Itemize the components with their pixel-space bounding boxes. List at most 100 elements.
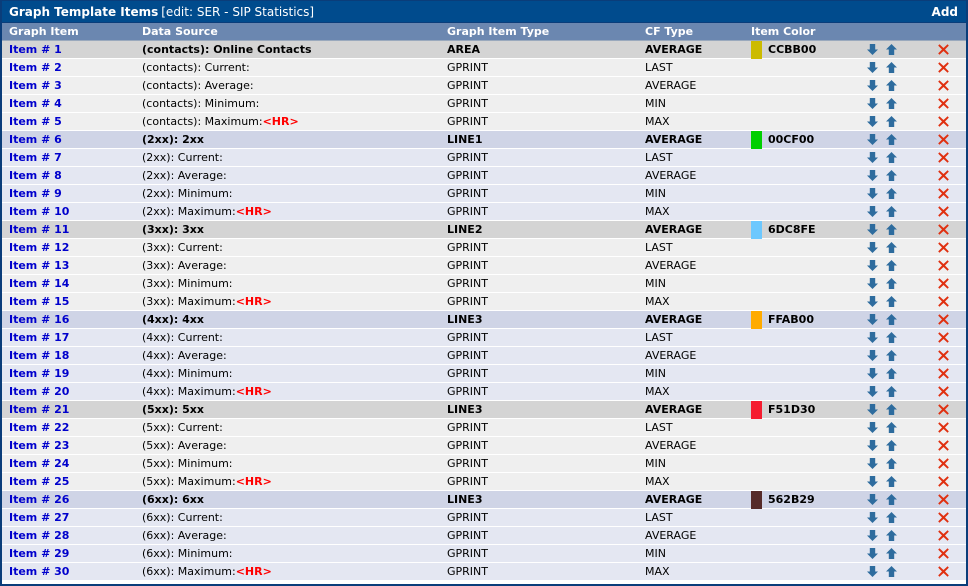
arrow-down-icon[interactable] [866,115,879,128]
arrow-up-icon[interactable] [885,97,898,110]
graph-item-link[interactable]: Item # 9 [9,187,62,200]
arrow-down-icon[interactable] [866,547,879,560]
graph-item-link[interactable]: Item # 6 [9,133,62,146]
arrow-up-icon[interactable] [885,205,898,218]
arrow-down-icon[interactable] [866,565,879,578]
graph-item-link[interactable]: Item # 13 [9,259,69,272]
arrow-up-icon[interactable] [885,529,898,542]
arrow-down-icon[interactable] [866,43,879,56]
arrow-up-icon[interactable] [885,79,898,92]
graph-item-link[interactable]: Item # 18 [9,349,69,362]
arrow-down-icon[interactable] [866,295,879,308]
arrow-down-icon[interactable] [866,493,879,506]
arrow-up-icon[interactable] [885,367,898,380]
arrow-up-icon[interactable] [885,241,898,254]
delete-x-icon[interactable] [938,476,949,487]
arrow-down-icon[interactable] [866,259,879,272]
arrow-up-icon[interactable] [885,61,898,74]
graph-item-link[interactable]: Item # 7 [9,151,62,164]
arrow-down-icon[interactable] [866,475,879,488]
graph-item-link[interactable]: Item # 19 [9,367,69,380]
delete-x-icon[interactable] [938,206,949,217]
arrow-down-icon[interactable] [866,79,879,92]
graph-item-link[interactable]: Item # 2 [9,61,62,74]
arrow-up-icon[interactable] [885,475,898,488]
arrow-up-icon[interactable] [885,565,898,578]
graph-item-link[interactable]: Item # 5 [9,115,62,128]
arrow-up-icon[interactable] [885,457,898,470]
arrow-up-icon[interactable] [885,295,898,308]
arrow-up-icon[interactable] [885,223,898,236]
graph-item-link[interactable]: Item # 29 [9,547,69,560]
delete-x-icon[interactable] [938,512,949,523]
graph-item-link[interactable]: Item # 15 [9,295,69,308]
arrow-down-icon[interactable] [866,151,879,164]
arrow-down-icon[interactable] [866,277,879,290]
graph-item-link[interactable]: Item # 16 [9,313,69,326]
delete-x-icon[interactable] [938,296,949,307]
graph-item-link[interactable]: Item # 17 [9,331,69,344]
delete-x-icon[interactable] [938,62,949,73]
arrow-down-icon[interactable] [866,529,879,542]
graph-item-link[interactable]: Item # 14 [9,277,69,290]
graph-item-link[interactable]: Item # 12 [9,241,69,254]
arrow-up-icon[interactable] [885,187,898,200]
delete-x-icon[interactable] [938,44,949,55]
delete-x-icon[interactable] [938,530,949,541]
graph-item-link[interactable]: Item # 8 [9,169,62,182]
delete-x-icon[interactable] [938,242,949,253]
arrow-up-icon[interactable] [885,151,898,164]
arrow-up-icon[interactable] [885,439,898,452]
graph-item-link[interactable]: Item # 25 [9,475,69,488]
delete-x-icon[interactable] [938,566,949,577]
add-button[interactable]: Add [932,5,958,19]
graph-item-link[interactable]: Item # 26 [9,493,69,506]
delete-x-icon[interactable] [938,278,949,289]
delete-x-icon[interactable] [938,170,949,181]
arrow-up-icon[interactable] [885,331,898,344]
graph-item-link[interactable]: Item # 30 [9,565,69,578]
arrow-down-icon[interactable] [866,403,879,416]
arrow-down-icon[interactable] [866,97,879,110]
graph-item-link[interactable]: Item # 23 [9,439,69,452]
arrow-up-icon[interactable] [885,403,898,416]
arrow-down-icon[interactable] [866,169,879,182]
delete-x-icon[interactable] [938,332,949,343]
arrow-down-icon[interactable] [866,331,879,344]
arrow-down-icon[interactable] [866,187,879,200]
arrow-down-icon[interactable] [866,205,879,218]
arrow-up-icon[interactable] [885,133,898,146]
delete-x-icon[interactable] [938,152,949,163]
arrow-down-icon[interactable] [866,439,879,452]
arrow-up-icon[interactable] [885,43,898,56]
arrow-up-icon[interactable] [885,277,898,290]
arrow-up-icon[interactable] [885,349,898,362]
delete-x-icon[interactable] [938,422,949,433]
arrow-down-icon[interactable] [866,457,879,470]
arrow-up-icon[interactable] [885,259,898,272]
delete-x-icon[interactable] [938,386,949,397]
arrow-down-icon[interactable] [866,511,879,524]
arrow-up-icon[interactable] [885,511,898,524]
delete-x-icon[interactable] [938,368,949,379]
delete-x-icon[interactable] [938,404,949,415]
arrow-up-icon[interactable] [885,115,898,128]
delete-x-icon[interactable] [938,494,949,505]
delete-x-icon[interactable] [938,458,949,469]
arrow-down-icon[interactable] [866,313,879,326]
delete-x-icon[interactable] [938,260,949,271]
arrow-down-icon[interactable] [866,61,879,74]
arrow-up-icon[interactable] [885,385,898,398]
arrow-up-icon[interactable] [885,313,898,326]
delete-x-icon[interactable] [938,314,949,325]
arrow-down-icon[interactable] [866,367,879,380]
delete-x-icon[interactable] [938,440,949,451]
delete-x-icon[interactable] [938,116,949,127]
arrow-down-icon[interactable] [866,241,879,254]
graph-item-link[interactable]: Item # 1 [9,43,62,56]
graph-item-link[interactable]: Item # 3 [9,79,62,92]
delete-x-icon[interactable] [938,548,949,559]
delete-x-icon[interactable] [938,80,949,91]
graph-item-link[interactable]: Item # 11 [9,223,69,236]
arrow-down-icon[interactable] [866,385,879,398]
